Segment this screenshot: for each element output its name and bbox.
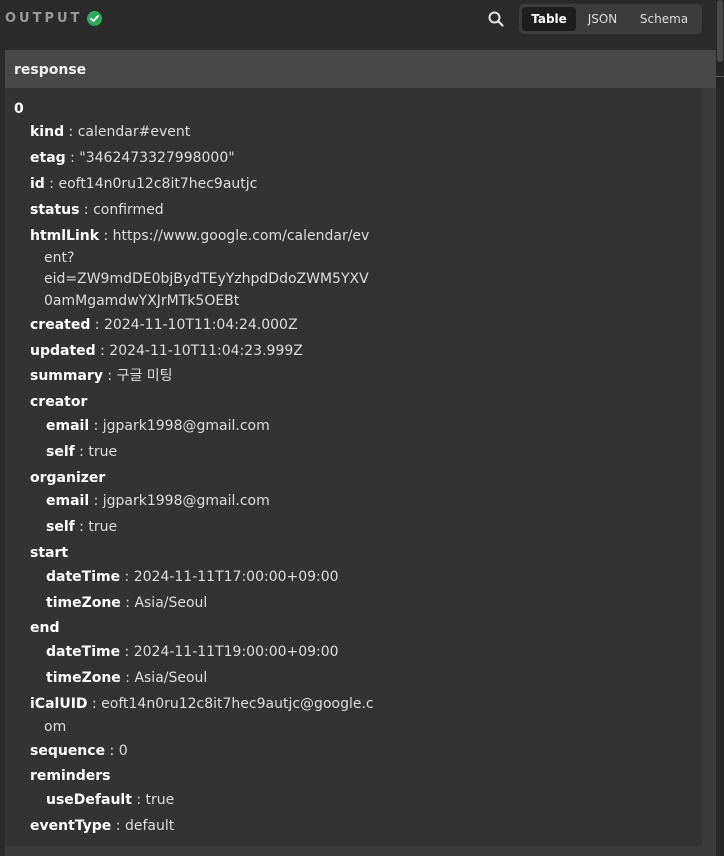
tree-row-eventtype[interactable]: eventType : default — [30, 817, 174, 835]
search-icon[interactable] — [487, 10, 505, 28]
tree-row-id[interactable]: id : eoft14n0ru12c8it7hec9autjc — [30, 175, 257, 193]
tree-row-htmllink[interactable]: htmlLink : https://www.google.com/calend… — [30, 227, 369, 245]
tree-row-sequence[interactable]: sequence : 0 — [30, 742, 128, 760]
view-mode-tabs: Table JSON Schema — [519, 4, 702, 34]
tree-row-summary[interactable]: summary : 구글 미팅 — [30, 367, 173, 385]
tree-node-end[interactable]: end — [30, 619, 59, 637]
tree-row-creator-self[interactable]: self : true — [46, 443, 117, 461]
tree-row-creator-email[interactable]: email : jgpark1998@gmail.com — [46, 417, 270, 435]
tab-table[interactable]: Table — [522, 7, 576, 31]
tree-row-status[interactable]: status : confirmed — [30, 201, 164, 219]
htmllink-continuation: 0amMgamdwYXJrMTk5OEBt — [44, 293, 240, 309]
tree-row-end-timezone[interactable]: timeZone : Asia/Seoul — [46, 669, 207, 687]
panel-title: response — [14, 62, 87, 78]
tree-index[interactable]: 0 — [14, 100, 24, 118]
tree-row-end-datetime[interactable]: dateTime : 2024-11-11T19:00:00+09:00 — [46, 643, 339, 661]
tree-row-icaluid[interactable]: iCalUID : eoft14n0ru12c8it7hec9autjc@goo… — [30, 695, 374, 713]
tree-row-organizer-self[interactable]: self : true — [46, 518, 117, 536]
tree-row-reminders-usedefault[interactable]: useDefault : true — [46, 791, 174, 809]
icaluid-continuation: om — [44, 719, 67, 735]
tree-node-organizer[interactable]: organizer — [30, 469, 105, 487]
check-circle-icon — [87, 11, 102, 26]
response-tree: 0 kind : calendar#event etag : "34624733… — [5, 88, 702, 846]
tab-schema[interactable]: Schema — [630, 7, 698, 31]
tree-row-organizer-email[interactable]: email : jgpark1998@gmail.com — [46, 492, 270, 510]
tree-row-created[interactable]: created : 2024-11-10T11:04:24.000Z — [30, 316, 298, 334]
tree-row-updated[interactable]: updated : 2024-11-10T11:04:23.999Z — [30, 342, 303, 360]
scrollbar-divider — [716, 76, 724, 77]
panel-header: response — [5, 50, 716, 88]
tree-node-start[interactable]: start — [30, 544, 68, 562]
tab-json[interactable]: JSON — [579, 7, 626, 31]
tree-row-start-timezone[interactable]: timeZone : Asia/Seoul — [46, 594, 207, 612]
scrollbar-thumb[interactable] — [717, 0, 723, 62]
scrollbar[interactable] — [716, 0, 724, 856]
output-toolbar: OUTPUT Table JSON Schema — [0, 0, 724, 38]
tree-row-kind[interactable]: kind : calendar#event — [30, 123, 190, 141]
tree-row-start-datetime[interactable]: dateTime : 2024-11-11T17:00:00+09:00 — [46, 568, 339, 586]
output-title: OUTPUT — [5, 11, 83, 26]
response-panel: response 0 kind : calendar#event etag : … — [5, 50, 716, 856]
tree-node-creator[interactable]: creator — [30, 393, 87, 411]
htmllink-continuation: eid=ZW9mdDE0bjBydTEyYzhpdDdoZWM5YXV — [44, 271, 369, 287]
htmllink-continuation: ent? — [44, 250, 75, 266]
tree-node-reminders[interactable]: reminders — [30, 767, 111, 785]
tree-row-etag[interactable]: etag : "3462473327998000" — [30, 149, 235, 167]
